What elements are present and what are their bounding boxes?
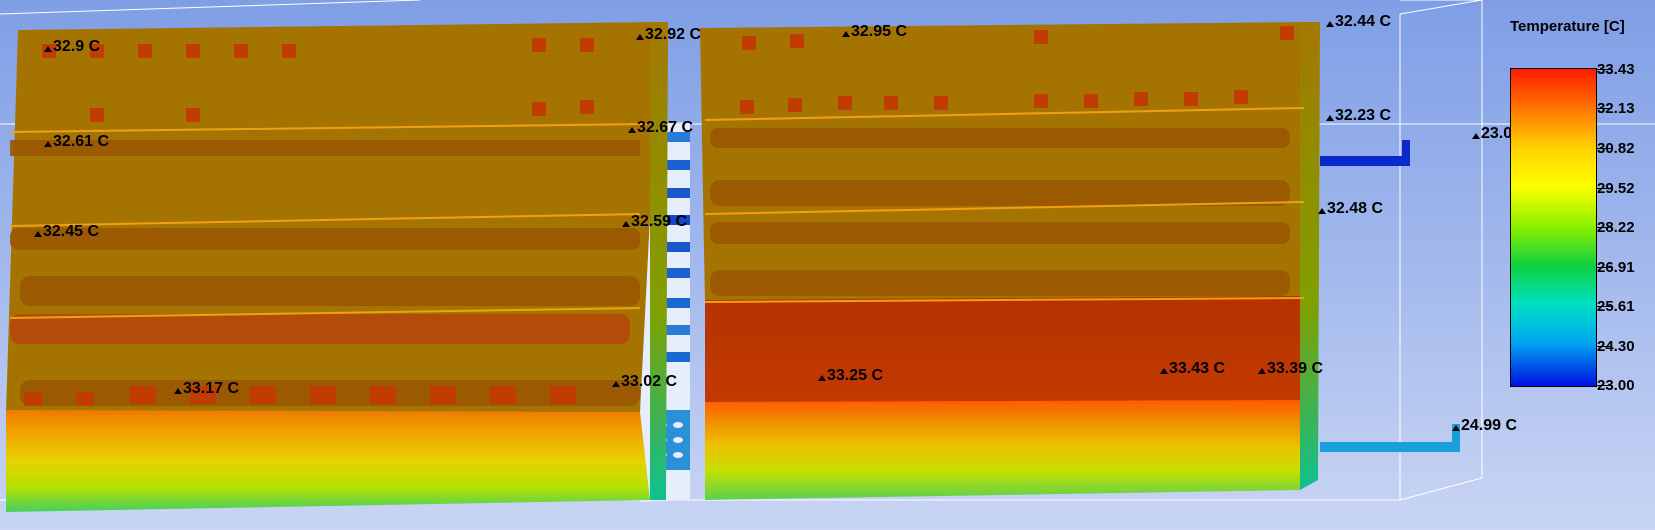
legend-title: Temperature [C] xyxy=(1510,18,1625,35)
probe-label: 32.61 C xyxy=(44,134,109,150)
probe-marker-icon xyxy=(1258,368,1266,374)
probe-label: 32.45 C xyxy=(34,224,99,240)
probe-marker-icon xyxy=(628,127,636,133)
probe-marker-icon xyxy=(1160,368,1168,374)
legend-tick-label: 26.91 xyxy=(1597,259,1635,276)
simulation-viewport[interactable]: 32.9 C 32.92 C 32.95 C 32.44 C 32.61 C 3… xyxy=(0,0,1655,530)
legend-tick-label: 29.52 xyxy=(1597,180,1635,197)
probe-marker-icon xyxy=(1452,425,1460,431)
probe-marker-icon xyxy=(818,375,826,381)
right-battery-module xyxy=(700,22,1320,500)
left-battery-module xyxy=(6,22,668,512)
probe-label: 32.23 C xyxy=(1326,108,1391,124)
probe-label: 32.48 C xyxy=(1318,201,1383,217)
legend-tick-label: 23.00 xyxy=(1597,377,1635,394)
temperature-colorbar xyxy=(1510,68,1597,387)
legend-tick-label: 24.30 xyxy=(1597,338,1635,355)
legend-tick-label: 33.43 xyxy=(1597,61,1635,78)
probe-marker-icon xyxy=(44,46,52,52)
legend-tick-label: 28.22 xyxy=(1597,219,1635,236)
probe-label: 33.17 C xyxy=(174,381,239,397)
legend-tick-label: 30.82 xyxy=(1597,140,1635,157)
probe-marker-icon xyxy=(1326,21,1334,27)
probe-label: 32.67 C xyxy=(628,120,693,136)
probe-label: 32.92 C xyxy=(636,27,701,43)
probe-marker-icon xyxy=(622,221,630,227)
probe-marker-icon xyxy=(1472,133,1480,139)
probe-label: 32.95 C xyxy=(842,24,907,40)
probe-label: 33.02 C xyxy=(612,374,677,390)
probe-label: 32.59 C xyxy=(622,214,687,230)
probe-marker-icon xyxy=(174,388,182,394)
temperature-contour-scene xyxy=(0,0,1655,512)
probe-label: 32.9 C xyxy=(44,39,100,55)
probe-marker-icon xyxy=(1318,208,1326,214)
probe-label: 32.44 C xyxy=(1326,14,1391,30)
probe-marker-icon xyxy=(612,381,620,387)
outlet-pipe xyxy=(1320,424,1460,452)
probe-label: 24.99 C xyxy=(1452,418,1517,434)
probe-marker-icon xyxy=(34,231,42,237)
probe-marker-icon xyxy=(44,141,52,147)
probe-label: 33.25 C xyxy=(818,368,883,384)
inlet-pipe xyxy=(1320,140,1410,166)
probe-label: 33.39 C xyxy=(1258,361,1323,377)
legend-tick-label: 32.13 xyxy=(1597,100,1635,117)
probe-label: 33.43 C xyxy=(1160,361,1225,377)
probe-marker-icon xyxy=(636,34,644,40)
legend-tick-label: 25.61 xyxy=(1597,298,1635,315)
probe-marker-icon xyxy=(1326,115,1334,121)
probe-marker-icon xyxy=(842,31,850,37)
probe-label: 23.0 xyxy=(1472,126,1512,142)
